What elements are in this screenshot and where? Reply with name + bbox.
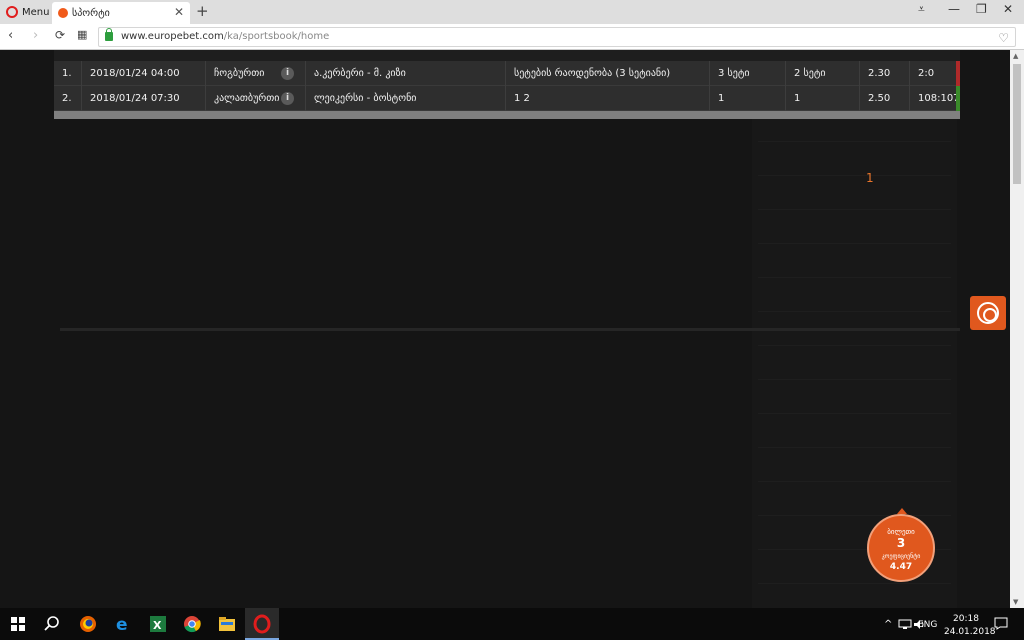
row-score: 2:0 (918, 68, 935, 79)
row-event: ა.კერბერი - მ. კიზი (306, 61, 506, 86)
row-market: სეტების რაოდენობა (3 სეტიანი) (506, 61, 710, 86)
lifebuoy-icon (977, 302, 999, 324)
table-row[interactable]: 1. 2018/01/24 04:00 ჩოგბურთი i ა.კერბერი… (54, 61, 960, 86)
row-date: 2018/01/24 07:30 (82, 86, 206, 111)
new-tab-icon[interactable]: + (196, 2, 209, 20)
betslip-title: ბილეთი (887, 528, 915, 536)
excel-icon[interactable]: X (148, 614, 168, 634)
divider (60, 328, 960, 331)
row-odds: 2.30 (860, 61, 910, 86)
opera-icon (253, 614, 271, 634)
bg-row (758, 294, 951, 312)
close-tab-icon[interactable]: ✕ (174, 5, 184, 19)
row-result: 2 სეტი (786, 61, 860, 86)
europebet-favicon-icon (58, 8, 68, 18)
bet-history-table: 1. 2018/01/24 04:00 ჩოგბურთი i ა.კერბერი… (54, 50, 960, 120)
row-odds: 2.50 (860, 86, 910, 111)
search-icon[interactable] (42, 614, 62, 634)
row-number: 1. (54, 61, 82, 86)
row-score: 108:107 (918, 93, 960, 104)
info-icon[interactable]: i (281, 92, 294, 105)
menu-label: Menu (22, 6, 50, 18)
bg-row (758, 226, 951, 244)
svg-text:e: e (116, 615, 128, 634)
table-header-strip (54, 50, 960, 61)
table-row[interactable]: 2. 2018/01/24 07:30 კალათბურთი i ლეიკერს… (54, 86, 960, 111)
status-indicator (956, 86, 960, 111)
opera-menu-button[interactable]: Menu (6, 3, 49, 21)
page-scrollbar[interactable]: ▲ ▼ (1010, 50, 1024, 608)
betslip-odds: 4.47 (889, 562, 913, 572)
reload-icon[interactable]: ⟳ (55, 28, 65, 42)
row-date: 2018/01/24 04:00 (82, 61, 206, 86)
bg-row (758, 260, 951, 278)
row-event: ლეიკერსი - ბოსტონი (306, 86, 506, 111)
row-pick: 3 სეტი (710, 61, 786, 86)
windows-logo-icon[interactable] (11, 617, 25, 631)
browser-tab-active[interactable]: სპორტი ✕ (52, 2, 190, 24)
bg-row (758, 362, 951, 380)
bg-row (758, 396, 951, 414)
url-field[interactable]: www.europebet.com/ka/sportsbook/home ♡ (98, 27, 1016, 47)
screen: Menu სპორტი ✕ + ⩡ — ❐ ✕ ‹ › ⟳ ▦ www.euro… (0, 0, 1024, 640)
forward-icon[interactable]: › (33, 28, 38, 43)
firefox-icon[interactable] (78, 614, 98, 634)
scroll-down-icon[interactable]: ▼ (1013, 598, 1018, 606)
restore-icon[interactable]: ❐ (976, 2, 987, 16)
scroll-thumb[interactable] (1013, 64, 1021, 184)
pagination-page[interactable]: 1 (866, 171, 874, 185)
chrome-icon[interactable] (182, 614, 202, 634)
url-domain: www.europebet.com (121, 31, 224, 42)
row-market: 1 2 (506, 86, 710, 111)
close-window-icon[interactable]: ✕ (1003, 2, 1013, 16)
taskbar-active-app[interactable] (245, 608, 279, 640)
row-number: 2. (54, 86, 82, 111)
secure-lock-icon (105, 28, 113, 41)
page-viewport: 1. 2018/01/24 04:00 ჩოგბურთი i ა.კერბერი… (0, 50, 1010, 608)
tray-overflow-icon[interactable]: ^ (884, 619, 892, 630)
row-result: 1 (786, 86, 860, 111)
browser-tab-bar: Menu სპორტი ✕ + ⩡ — ❐ ✕ (0, 0, 1024, 24)
network-icon[interactable] (898, 619, 912, 630)
edge-icon[interactable]: e (113, 614, 133, 634)
betslip-button[interactable]: ბილეთი 3 კოეფიციენტი 4.47 (867, 514, 935, 582)
clock-date[interactable]: 24.01.2018 (944, 627, 996, 637)
windows-taskbar: e X ^ ENG 20:18 24.01.2018 (0, 608, 1024, 640)
betslip-odds-label: კოეფიციენტი (881, 553, 921, 560)
file-explorer-icon[interactable] (217, 614, 237, 634)
info-icon[interactable]: i (281, 67, 294, 80)
betslip-count: 3 (896, 536, 906, 550)
address-bar: ‹ › ⟳ ▦ www.europebet.com/ka/sportsbook/… (0, 24, 1024, 50)
table-footer (54, 111, 960, 119)
speed-dial-icon[interactable]: ▦ (77, 28, 87, 41)
back-icon[interactable]: ‹ (8, 28, 13, 43)
minimize-icon[interactable]: — (948, 2, 960, 16)
status-indicator (956, 61, 960, 86)
live-support-button[interactable] (970, 296, 1006, 330)
bg-row (758, 498, 951, 516)
clock-time[interactable]: 20:18 (953, 614, 979, 624)
tab-menu-icon[interactable]: ⩡ (918, 2, 925, 17)
bg-row (758, 192, 951, 210)
notifications-icon[interactable] (994, 617, 1008, 630)
bg-row (758, 158, 951, 176)
tab-title: სპორტი (72, 7, 110, 19)
bg-row (758, 124, 951, 142)
svg-text:X: X (153, 619, 162, 632)
url-path: /ka/sportsbook/home (223, 31, 330, 42)
scroll-up-icon[interactable]: ▲ (1013, 52, 1018, 60)
opera-logo-icon (6, 6, 18, 18)
bg-row (758, 464, 951, 482)
language-indicator[interactable]: ENG (918, 620, 937, 630)
bookmark-heart-icon[interactable]: ♡ (998, 29, 1009, 47)
bg-row (758, 430, 951, 448)
row-pick: 1 (710, 86, 786, 111)
